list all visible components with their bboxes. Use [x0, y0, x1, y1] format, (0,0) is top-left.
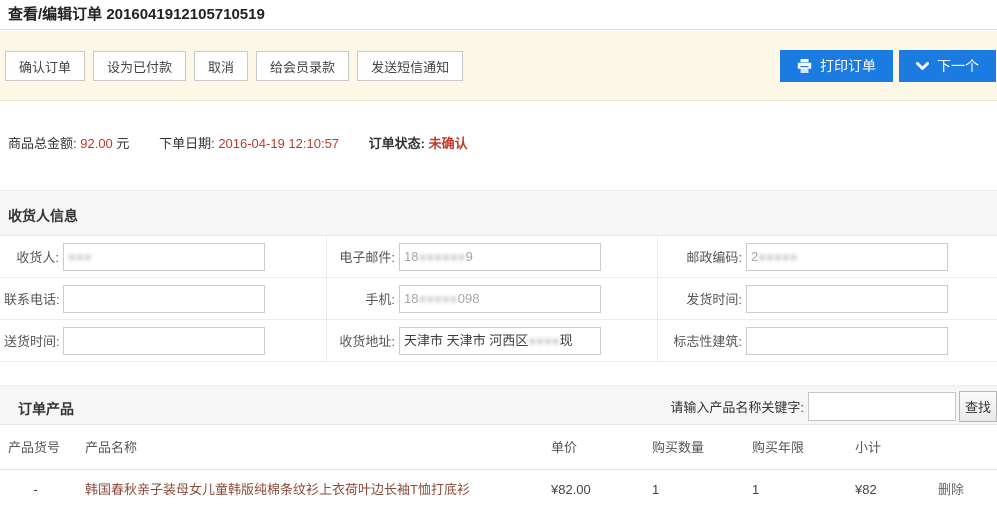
next-order-label: 下一个 — [937, 56, 979, 76]
product-subtotal: ¥82 — [855, 471, 877, 509]
order-date-label: 下单日期: — [159, 136, 215, 151]
zip-input[interactable]: 2●●●●● — [746, 243, 948, 271]
products-section-title: 订单产品 — [18, 399, 74, 419]
form-field-zip: 邮政编码: 2●●●●● — [658, 236, 997, 278]
toolbar: 确认订单 设为已付款 取消 给会员录款 发送短信通知 打印订单 下一个 — [0, 31, 997, 101]
table-row: - 韩国春秋亲子装母女儿童韩版纯棉条纹衫上衣荷叶边长袖T恤打底衫 ¥82.00 … — [0, 471, 997, 510]
print-order-label: 打印订单 — [820, 56, 876, 76]
email-label: 电子邮件: — [331, 247, 395, 266]
total-amount-label: 商品总金额: — [8, 136, 77, 151]
cancel-order-button[interactable]: 取消 — [194, 51, 248, 81]
toolbar-left-group: 确认订单 设为已付款 取消 给会员录款 发送短信通知 — [5, 51, 463, 81]
address-input[interactable]: 天津市 天津市 河西区●●●●现 — [399, 327, 601, 355]
zip-label: 邮政编码: — [662, 247, 742, 266]
form-field-phone: 联系电话: — [0, 278, 327, 320]
col-sku: 产品货号 — [8, 426, 60, 470]
total-amount-value: 92.00 — [80, 136, 113, 151]
consignee-section-title: 收货人信息 — [8, 206, 78, 226]
product-years: 1 — [752, 471, 759, 509]
order-status-label: 订单状态: — [369, 136, 425, 151]
mobile-input[interactable]: 18●●●●●098 — [399, 285, 601, 313]
total-amount-group: 商品总金额: 92.00 元 — [8, 136, 129, 151]
delete-link[interactable]: 删除 — [938, 471, 964, 509]
record-payment-button[interactable]: 给会员录款 — [256, 51, 349, 81]
recipient-input[interactable]: ●●● — [63, 243, 265, 271]
order-summary: 商品总金额: 92.00 元 下单日期: 2016-04-19 12:10:57… — [8, 133, 494, 152]
print-order-button[interactable]: 打印订单 — [780, 50, 893, 82]
form-field-recipient: 收货人: ●●● — [0, 236, 327, 278]
form-field-email: 电子邮件: 18●●●●●●9 — [327, 236, 658, 278]
col-years: 购买年限 — [752, 426, 804, 470]
order-status-group: 订单状态: 未确认 — [369, 136, 468, 151]
landmark-label: 标志性建筑: — [662, 331, 742, 350]
product-search-button[interactable]: 查找 — [959, 391, 997, 422]
address-label: 收货地址: — [331, 331, 395, 350]
form-field-ship-time: 发货时间: — [658, 278, 997, 320]
printer-icon — [797, 59, 812, 73]
confirm-order-button[interactable]: 确认订单 — [5, 51, 85, 81]
phone-label: 联系电话: — [4, 289, 59, 308]
page-title: 查看/编辑订单 2016041912105710519 — [0, 0, 997, 29]
col-price: 单价 — [551, 426, 577, 470]
product-search-input[interactable] — [808, 392, 956, 421]
consignee-section-header: 收货人信息 — [0, 190, 997, 236]
toolbar-right-group: 打印订单 下一个 — [780, 50, 996, 82]
email-input[interactable]: 18●●●●●●9 — [399, 243, 601, 271]
col-qty: 购买数量 — [652, 426, 704, 470]
product-search: 请输入产品名称关键字: 查找 — [670, 391, 997, 422]
phone-input[interactable] — [63, 285, 265, 313]
send-sms-button[interactable]: 发送短信通知 — [357, 51, 463, 81]
product-qty: 1 — [652, 471, 659, 509]
product-search-label: 请输入产品名称关键字: — [670, 397, 804, 416]
next-order-button[interactable]: 下一个 — [899, 50, 996, 82]
form-field-delivery-time: 送货时间: — [0, 320, 327, 362]
set-paid-button[interactable]: 设为已付款 — [93, 51, 186, 81]
consignee-form: 收货人: ●●● 电子邮件: 18●●●●●●9 邮政编码: 2●●●●● 联系… — [0, 236, 997, 362]
ship-time-input[interactable] — [746, 285, 948, 313]
order-status-value: 未确认 — [429, 136, 468, 151]
product-price: ¥82.00 — [551, 471, 591, 509]
order-date-group: 下单日期: 2016-04-19 12:10:57 — [159, 136, 339, 151]
mobile-label: 手机: — [331, 289, 395, 308]
order-date-value: 2016-04-19 12:10:57 — [218, 136, 339, 151]
recipient-label: 收货人: — [4, 247, 59, 266]
products-table-header: 产品货号 产品名称 单价 购买数量 购买年限 小计 — [0, 426, 997, 470]
products-section-header: 订单产品 请输入产品名称关键字: 查找 — [0, 385, 997, 425]
col-name: 产品名称 — [85, 426, 137, 470]
form-field-mobile: 手机: 18●●●●●098 — [327, 278, 658, 320]
ship-time-label: 发货时间: — [662, 289, 742, 308]
delivery-time-label: 送货时间: — [4, 331, 59, 350]
delivery-time-input[interactable] — [63, 327, 265, 355]
form-field-landmark: 标志性建筑: — [658, 320, 997, 362]
chevron-down-icon — [916, 62, 929, 71]
product-name-link[interactable]: 韩国春秋亲子装母女儿童韩版纯棉条纹衫上衣荷叶边长袖T恤打底衫 — [85, 471, 470, 509]
landmark-input[interactable] — [746, 327, 948, 355]
product-sku: - — [8, 471, 63, 509]
col-subtotal: 小计 — [855, 426, 881, 470]
total-amount-unit: 元 — [116, 136, 129, 151]
title-bar: 查看/编辑订单 2016041912105710519 — [0, 0, 997, 30]
form-field-address: 收货地址: 天津市 天津市 河西区●●●●现 — [327, 320, 658, 362]
